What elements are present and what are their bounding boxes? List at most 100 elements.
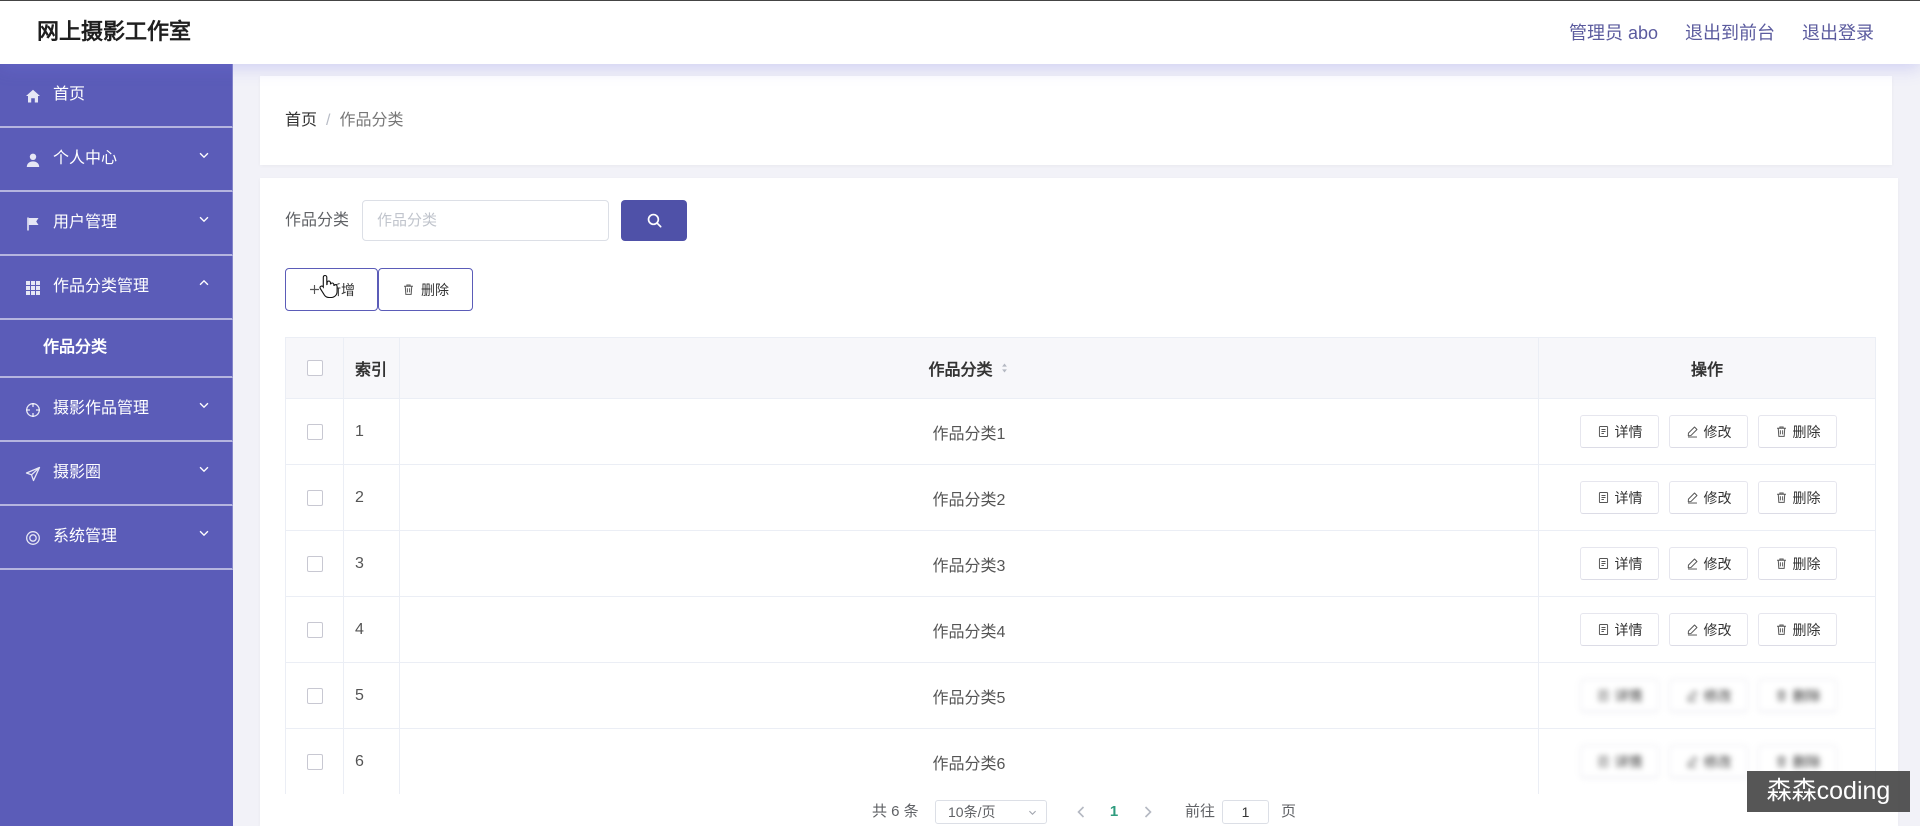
page-size-value: 10条/页 xyxy=(948,804,996,820)
sidebar-item-photo-works[interactable]: 摄影作品管理 xyxy=(0,378,233,442)
trash-icon xyxy=(1775,425,1788,438)
logout-link[interactable]: 退出登录 xyxy=(1802,19,1874,45)
row-checkbox-cell xyxy=(286,465,344,530)
batch-delete-button[interactable]: 删除 xyxy=(378,268,473,311)
edit-icon xyxy=(1686,755,1699,768)
next-page-button[interactable] xyxy=(1140,800,1156,824)
current-user-label[interactable]: 管理员 abo xyxy=(1569,19,1658,45)
home-icon xyxy=(25,88,41,104)
row-detail-button[interactable]: 详情 xyxy=(1580,613,1659,646)
sidebar-item-category-management[interactable]: 作品分类管理 xyxy=(0,256,233,320)
action-label: 删除 xyxy=(1792,621,1821,638)
chevron-up-icon xyxy=(197,276,211,290)
row-category: 作品分类1 xyxy=(400,399,1539,464)
row-delete-button[interactable]: 删除 xyxy=(1758,547,1837,580)
row-checkbox[interactable] xyxy=(306,621,323,638)
row-detail-button[interactable]: 详情 xyxy=(1580,415,1659,448)
setting-icon xyxy=(25,530,41,546)
trash-icon xyxy=(402,283,415,296)
row-checkbox[interactable] xyxy=(306,687,323,704)
goto-page-input[interactable] xyxy=(1222,800,1269,824)
table-row: 2 作品分类2 详情 修改 删除 xyxy=(286,464,1875,530)
row-delete-button[interactable]: 删除 xyxy=(1758,481,1837,514)
sidebar-item-photo-circle[interactable]: 摄影圈 xyxy=(0,442,233,506)
select-all-checkbox[interactable] xyxy=(306,360,323,376)
grid-icon xyxy=(25,280,41,296)
edit-icon xyxy=(1686,425,1699,438)
back-to-frontend-link[interactable]: 退出到前台 xyxy=(1685,19,1775,45)
goto-suffix: 页 xyxy=(1281,803,1297,820)
document-icon xyxy=(1597,425,1610,438)
row-category: 作品分类4 xyxy=(400,597,1539,662)
goto-label: 前往 xyxy=(1185,803,1216,820)
search-label: 作品分类 xyxy=(285,212,350,229)
row-edit-button[interactable]: 修改 xyxy=(1669,481,1748,514)
row-detail-button[interactable]: 详情 xyxy=(1580,547,1659,580)
table-row: 5 作品分类5 详情 修改 删除 xyxy=(286,662,1875,728)
row-checkbox[interactable] xyxy=(306,555,323,572)
document-icon xyxy=(1597,557,1610,570)
edit-icon xyxy=(1686,491,1699,504)
edit-icon xyxy=(1686,557,1699,570)
table-row: 6 作品分类6 详情 修改 删除 xyxy=(286,728,1875,794)
action-label: 修改 xyxy=(1703,621,1732,638)
row-edit-button[interactable]: 修改 xyxy=(1669,415,1748,448)
table-row: 1 作品分类1 详情 修改 删除 xyxy=(286,398,1875,464)
sidebar-item-user-management[interactable]: 用户管理 xyxy=(0,192,233,256)
action-label: 详情 xyxy=(1614,423,1643,440)
page-number-current[interactable]: 1 xyxy=(1106,800,1122,824)
row-checkbox[interactable] xyxy=(306,489,323,506)
sidebar-item-label: 首页 xyxy=(53,86,86,103)
row-edit-button[interactable]: 修改 xyxy=(1669,547,1748,580)
row-checkbox-cell xyxy=(286,531,344,596)
breadcrumb-home[interactable]: 首页 xyxy=(285,112,317,129)
sort-icon[interactable] xyxy=(999,361,1010,375)
row-detail-button[interactable]: 详情 xyxy=(1580,481,1659,514)
sidebar-item-personal-center[interactable]: 个人中心 xyxy=(0,128,233,192)
row-edit-button[interactable]: 修改 xyxy=(1669,745,1748,778)
header-category[interactable]: 作品分类 xyxy=(400,338,1539,398)
app-title: 网上摄影工作室 xyxy=(37,19,192,44)
row-delete-button[interactable]: 删除 xyxy=(1758,613,1837,646)
document-icon xyxy=(1597,755,1610,768)
sidebar-subitem-category[interactable]: 作品分类 xyxy=(0,320,233,378)
action-label: 删除 xyxy=(1792,423,1821,440)
trash-icon xyxy=(1775,755,1788,768)
row-detail-button[interactable]: 详情 xyxy=(1580,745,1659,778)
trash-icon xyxy=(1775,623,1788,636)
add-button[interactable]: 新增 xyxy=(285,268,378,311)
action-label: 删除 xyxy=(1792,753,1821,770)
plus-icon xyxy=(308,283,321,296)
sidebar-item-system-management[interactable]: 系统管理 xyxy=(0,506,233,570)
row-index: 1 xyxy=(344,399,400,464)
breadcrumb-current: 作品分类 xyxy=(339,112,404,129)
row-edit-button[interactable]: 修改 xyxy=(1669,679,1748,712)
chevron-down-icon xyxy=(197,148,211,162)
action-label: 详情 xyxy=(1614,621,1643,638)
row-checkbox[interactable] xyxy=(306,423,323,440)
search-button[interactable] xyxy=(621,200,687,241)
row-actions: 详情 修改 删除 xyxy=(1539,663,1875,728)
chevron-right-icon xyxy=(1140,800,1156,824)
page-size-select[interactable]: 10条/页 xyxy=(935,800,1047,824)
row-actions: 详情 修改 删除 xyxy=(1539,531,1875,596)
action-label: 修改 xyxy=(1703,555,1732,572)
sidebar-item-label: 摄影圈 xyxy=(53,464,102,481)
watermark: 森森coding xyxy=(1747,771,1910,812)
sidebar-item-label: 个人中心 xyxy=(53,150,118,167)
prev-page-button[interactable] xyxy=(1073,800,1089,824)
row-actions: 详情 修改 删除 xyxy=(1539,399,1875,464)
row-delete-button[interactable]: 删除 xyxy=(1758,679,1837,712)
header-category-label: 作品分类 xyxy=(928,362,993,379)
row-checkbox[interactable] xyxy=(306,753,323,770)
row-detail-button[interactable]: 详情 xyxy=(1580,679,1659,712)
row-actions: 详情 修改 删除 xyxy=(1539,597,1875,662)
sidebar-item-label: 系统管理 xyxy=(53,528,118,545)
row-checkbox-cell xyxy=(286,597,344,662)
search-icon xyxy=(646,212,663,229)
category-search-input[interactable] xyxy=(362,200,609,241)
row-edit-button[interactable]: 修改 xyxy=(1669,613,1748,646)
header-index: 索引 xyxy=(344,338,400,398)
sidebar-item-home[interactable]: 首页 xyxy=(0,64,233,128)
row-delete-button[interactable]: 删除 xyxy=(1758,415,1837,448)
